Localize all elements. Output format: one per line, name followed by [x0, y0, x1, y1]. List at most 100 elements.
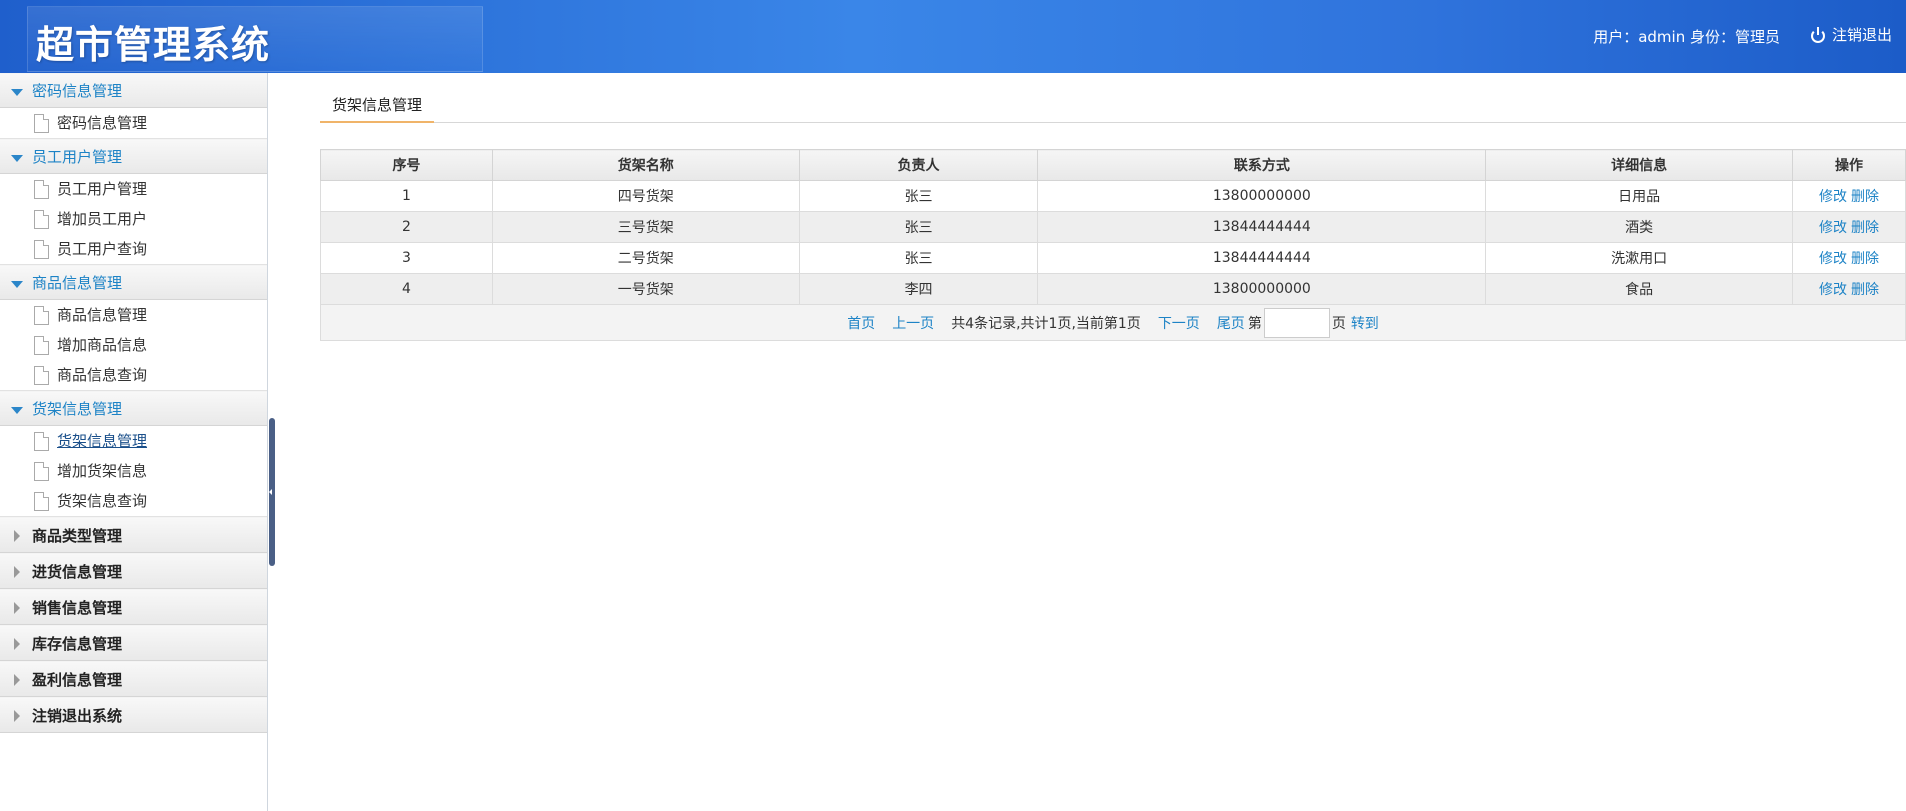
power-icon: [1810, 26, 1826, 43]
sidebar-item[interactable]: 货架信息查询: [0, 486, 267, 516]
sidebar-group-goods: 商品信息管理 商品信息管理 增加商品信息 商品信息查询: [0, 265, 267, 391]
sidebar-group-label: 注销退出系统: [32, 707, 123, 725]
tab-shelf-management[interactable]: 货架信息管理: [320, 91, 435, 123]
goto-page-link[interactable]: 转到: [1351, 313, 1379, 333]
document-icon: [34, 114, 49, 133]
sidebar-item[interactable]: 密码信息管理: [0, 108, 267, 138]
sidebar-group-shelf: 货架信息管理 货架信息管理 增加货架信息 货架信息查询: [0, 391, 267, 517]
cell-no: 2: [320, 211, 493, 243]
caret-right-icon: [14, 530, 20, 542]
column-header: 负责人: [798, 149, 1039, 181]
delete-link[interactable]: 删除: [1851, 282, 1879, 298]
sidebar-group-label: 员工用户管理: [32, 148, 123, 166]
sidebar-group-stock[interactable]: 库存信息管理: [0, 625, 267, 661]
column-header: 详细信息: [1485, 149, 1794, 181]
column-header: 货架名称: [491, 149, 800, 181]
document-icon: [34, 366, 49, 385]
document-icon: [34, 240, 49, 259]
sidebar-item[interactable]: 增加商品信息: [0, 330, 267, 360]
sidebar-item-label: 增加员工用户: [57, 210, 148, 228]
shelf-table: 序号 货架名称 负责人 联系方式 详细信息 操作 1 四号货架 张三 13800…: [320, 149, 1906, 341]
next-page-link[interactable]: 下一页: [1158, 313, 1200, 333]
cell-actions: 修改 删除: [1792, 242, 1906, 274]
caret-right-icon: [14, 638, 20, 650]
column-header: 序号: [320, 149, 493, 181]
sidebar-item-active[interactable]: 货架信息管理: [0, 426, 267, 456]
sidebar-item[interactable]: 增加员工用户: [0, 204, 267, 234]
edit-link[interactable]: 修改: [1819, 220, 1847, 236]
cell-phone: 13844444444: [1037, 211, 1487, 243]
cell-actions: 修改 删除: [1792, 211, 1906, 243]
cell-actions: 修改 删除: [1792, 273, 1906, 305]
sidebar-item-label: 密码信息管理: [57, 114, 148, 132]
table-row: 1 四号货架 张三 13800000000 日用品 修改 删除: [320, 180, 1906, 212]
sidebar-item[interactable]: 商品信息查询: [0, 360, 267, 390]
pager-summary: 共4条记录,共计1页,当前第1页: [951, 315, 1141, 332]
document-icon: [34, 180, 49, 199]
cell-name: 二号货架: [491, 242, 800, 274]
sidebar-item-label: 商品信息管理: [57, 306, 148, 324]
table-header-row: 序号 货架名称 负责人 联系方式 详细信息 操作: [320, 149, 1906, 181]
sidebar-item-label: 增加货架信息: [57, 462, 148, 480]
sidebar-group-staff: 员工用户管理 员工用户管理 增加员工用户 员工用户查询: [0, 139, 267, 265]
last-page-link[interactable]: 尾页: [1217, 313, 1245, 333]
cell-name: 一号货架: [491, 273, 800, 305]
edit-link[interactable]: 修改: [1819, 251, 1847, 267]
column-header: 联系方式: [1037, 149, 1487, 181]
logout-label: 注销退出: [1831, 26, 1892, 44]
page-suffix: 页: [1331, 315, 1346, 332]
cell-owner: 张三: [798, 211, 1039, 243]
sidebar-group-label: 商品信息管理: [32, 274, 123, 292]
sidebar-item[interactable]: 员工用户管理: [0, 174, 267, 204]
delete-link[interactable]: 删除: [1851, 251, 1879, 267]
sidebar-group-purchase[interactable]: 进货信息管理: [0, 553, 267, 589]
page-number-input[interactable]: [1263, 307, 1330, 338]
sidebar-group-header[interactable]: 密码信息管理: [0, 73, 267, 108]
cell-phone: 13800000000: [1037, 180, 1487, 212]
sidebar-item-label: 员工用户查询: [57, 240, 148, 258]
sidebar-group-sales[interactable]: 销售信息管理: [0, 589, 267, 625]
document-icon: [34, 492, 49, 511]
cell-name: 三号货架: [491, 211, 800, 243]
sidebar-group-header[interactable]: 货架信息管理: [0, 391, 267, 426]
tab-bar: 货架信息管理: [320, 91, 1906, 123]
app-title: 超市管理系统: [36, 23, 271, 67]
delete-link[interactable]: 删除: [1851, 189, 1879, 205]
sidebar-group-category[interactable]: 商品类型管理: [0, 517, 267, 553]
sidebar-item[interactable]: 增加货架信息: [0, 456, 267, 486]
sidebar-group-header[interactable]: 员工用户管理: [0, 139, 267, 174]
delete-link[interactable]: 删除: [1851, 220, 1879, 236]
document-icon: [34, 462, 49, 481]
first-page-link[interactable]: 首页: [847, 313, 875, 333]
page-prefix: 第: [1247, 315, 1262, 332]
sidebar-group-profit[interactable]: 盈利信息管理: [0, 661, 267, 697]
column-header: 操作: [1792, 149, 1906, 181]
sidebar-group-header[interactable]: 商品信息管理: [0, 265, 267, 300]
edit-link[interactable]: 修改: [1819, 282, 1847, 298]
sidebar-group-logout[interactable]: 注销退出系统: [0, 697, 267, 733]
sidebar-item[interactable]: 员工用户查询: [0, 234, 267, 264]
caret-down-icon: [11, 155, 23, 162]
cell-actions: 修改 删除: [1792, 180, 1906, 212]
document-icon: [34, 336, 49, 355]
sidebar-group-label: 密码信息管理: [32, 82, 123, 100]
user-info: 用户：admin 身份：管理员: [1593, 28, 1780, 46]
sidebar-item-label: 增加商品信息: [57, 336, 148, 354]
sidebar-group-label: 库存信息管理: [32, 635, 123, 653]
sidebar-group-label: 销售信息管理: [32, 599, 123, 617]
document-icon: [34, 306, 49, 325]
cell-owner: 张三: [798, 242, 1039, 274]
caret-right-icon: [14, 566, 20, 578]
sidebar-group-label: 货架信息管理: [32, 400, 123, 418]
sidebar-item-label: 员工用户管理: [57, 180, 148, 198]
sidebar-item-label: 商品信息查询: [57, 366, 148, 384]
sidebar-group-label: 商品类型管理: [32, 527, 123, 545]
cell-owner: 李四: [798, 273, 1039, 305]
caret-right-icon: [14, 602, 20, 614]
table-row: 4 一号货架 李四 13800000000 食品 修改 删除: [320, 273, 1906, 305]
logout-button[interactable]: 注销退出: [1810, 24, 1892, 45]
cell-owner: 张三: [798, 180, 1039, 212]
edit-link[interactable]: 修改: [1819, 189, 1847, 205]
prev-page-link[interactable]: 上一页: [892, 313, 934, 333]
sidebar-item[interactable]: 商品信息管理: [0, 300, 267, 330]
